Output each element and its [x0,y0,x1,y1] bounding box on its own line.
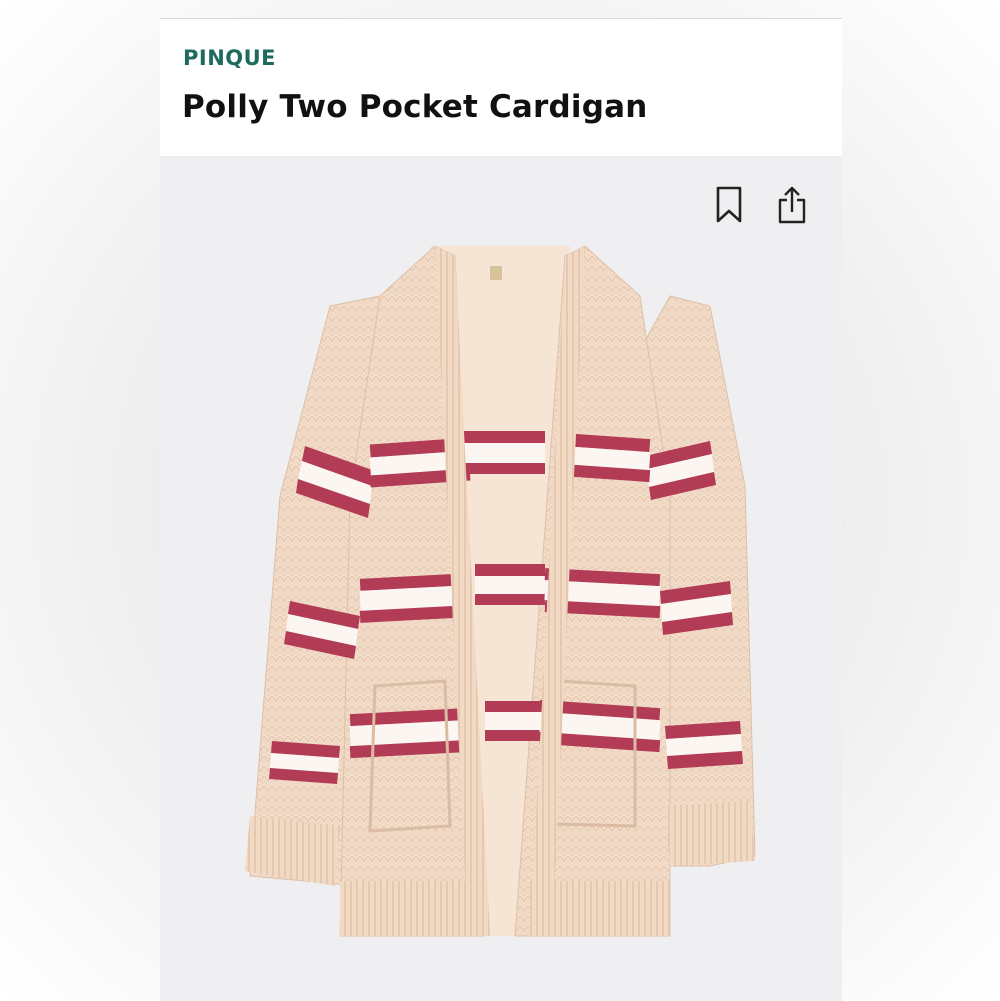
bookmark-icon [716,186,742,223]
cardigan-photo [245,246,756,937]
product-title: Polly Two Pocket Cardigan [182,89,648,125]
brand-name[interactable]: PINQUE [183,46,276,70]
share-icon [778,186,806,224]
left-hem [340,881,485,936]
right-cuff [665,801,755,866]
bookmark-button[interactable] [709,183,749,227]
garment-tag [490,266,502,280]
right-hem [530,881,670,936]
product-image-area [160,156,842,1001]
product-card: PINQUE Polly Two Pocket Cardigan [160,18,842,1001]
product-header: PINQUE Polly Two Pocket Cardigan [160,19,842,156]
share-button[interactable] [772,183,812,227]
